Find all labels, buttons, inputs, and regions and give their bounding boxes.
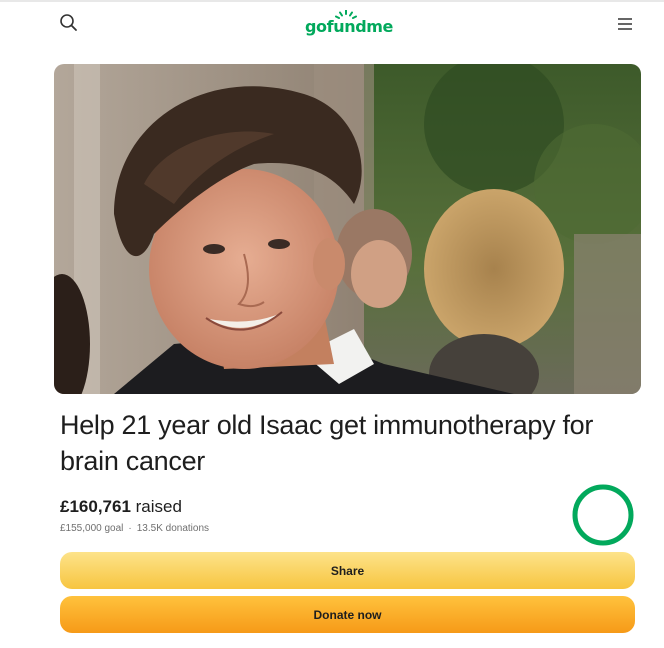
share-button-label: Share (330, 563, 365, 578)
hamburger-menu-icon[interactable] (615, 14, 635, 34)
separator-dot: · (128, 523, 132, 534)
share-button[interactable]: Share (60, 552, 635, 589)
progress-ring-fill (572, 484, 634, 546)
donate-button-label: Donate now (313, 607, 382, 622)
campaign-meta: £155,000 goal · 13.5K donations (60, 523, 209, 535)
page: gofundme Help 21 year old Isaac get immu… (0, 0, 664, 648)
raised-suffix: raised (135, 497, 182, 516)
donate-now-button[interactable]: Donate now (60, 596, 635, 633)
header: gofundme (0, 2, 664, 46)
logo-text: gofundme (305, 17, 393, 36)
amount-raised: £160,761 raised (60, 496, 182, 518)
raised-amount: £160,761 (60, 497, 131, 516)
donations-count: 13.5K donations (136, 523, 210, 534)
progress-ring (570, 482, 636, 548)
campaign-title: Help 21 year old Isaac get immunotherapy… (60, 410, 594, 476)
gofundme-logo[interactable]: gofundme (305, 10, 393, 40)
search-icon[interactable] (58, 12, 80, 34)
goal-text: £155,000 goal (60, 523, 124, 534)
campaign-photo[interactable] (54, 64, 641, 394)
